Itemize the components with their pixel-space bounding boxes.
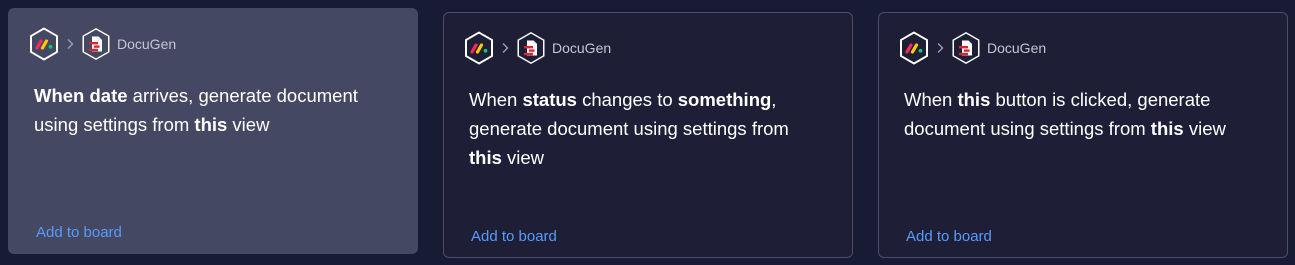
docugen-logo-icon [517,32,545,64]
chevron-right-icon [929,31,951,65]
app-name: DocuGen [987,40,1047,56]
recipe-text: view [1183,118,1226,139]
recipe-keyword: this [469,147,502,168]
automation-recipe-card-2[interactable]: DocuGen When status changes to something… [443,12,853,258]
integration-header: DocuGen [464,31,611,65]
app-name: DocuGen [552,40,612,56]
recipe-description: When date arrives, generate document usi… [34,81,384,139]
recipe-text: view [501,147,545,168]
monday-logo-icon [30,27,58,61]
app-name: DocuGen [117,36,177,52]
docugen-logo-icon [952,32,980,64]
add-to-board-link[interactable]: Add to board [471,228,557,245]
recipe-description: When status changes to something, genera… [469,85,819,172]
recipe-keyword: something [677,89,772,110]
recipe-keyword: status [522,89,577,110]
chevron-right-icon [494,31,516,65]
automation-recipe-card-3[interactable]: DocuGen When this button is clicked, gen… [878,12,1288,258]
recipe-text: view [227,114,270,135]
chevron-right-icon [59,27,81,61]
automation-recipe-card-1[interactable]: DocuGen When date arrives, generate docu… [8,8,418,254]
add-to-board-link[interactable]: Add to board [906,228,992,245]
docugen-logo-icon [82,28,110,60]
integration-header: DocuGen [899,31,1046,65]
integration-header: DocuGen [29,27,176,61]
monday-logo-icon [465,31,493,65]
recipe-keyword: this [957,89,991,110]
recipe-description: When this button is clicked, generate do… [904,85,1254,143]
monday-logo-icon [900,31,928,65]
recipe-keyword: this [194,114,228,135]
recipe-text: When [469,89,523,110]
recipe-keyword: this [1150,118,1184,139]
recipe-text: changes to [576,89,678,110]
add-to-board-link[interactable]: Add to board [36,224,122,241]
recipe-keyword: When date [34,85,128,106]
recipe-text: When [904,89,958,110]
